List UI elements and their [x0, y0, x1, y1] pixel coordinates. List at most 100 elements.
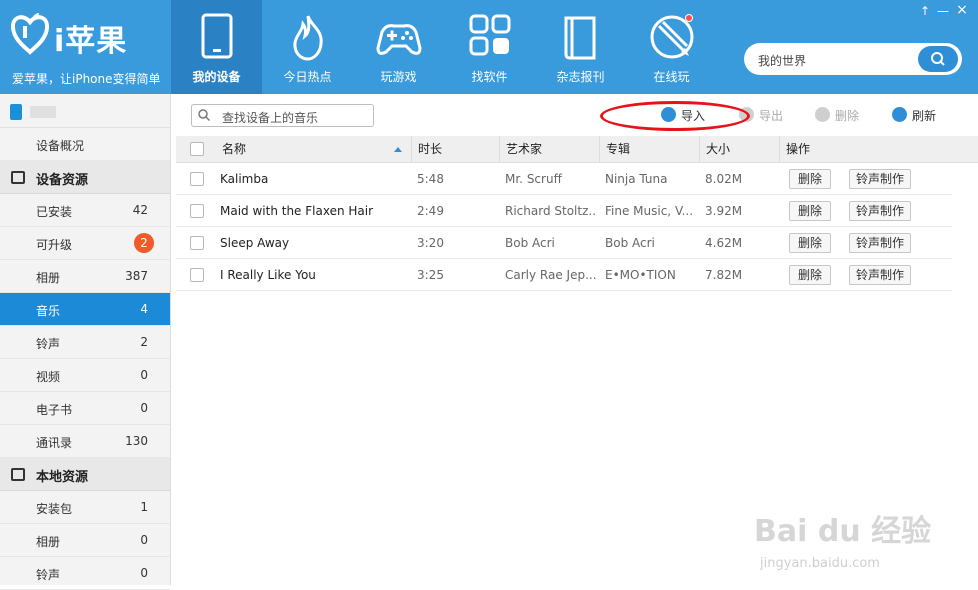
trash-icon — [815, 107, 830, 122]
nav-label: 玩游戏 — [380, 70, 417, 84]
sidebar-item-label: 视频 — [36, 370, 61, 384]
table-row[interactable]: Kalimba 5:48 Mr. Scruff Ninja Tuna 8.02M… — [176, 163, 952, 195]
section-title: 本地资源 — [36, 470, 89, 485]
gamepad-icon — [375, 24, 422, 55]
search-icon — [198, 109, 210, 121]
song-duration: 2:49 — [417, 204, 444, 218]
top-search-button[interactable] — [918, 46, 958, 72]
table-row[interactable]: Sleep Away 3:20 Bob Acri Bob Acri 4.62M … — [176, 227, 952, 259]
sidebar-item-label: 音乐 — [36, 304, 61, 318]
app-slogan: 爱苹果，让iPhone变得简单 — [12, 72, 161, 86]
pin-button[interactable]: ↑ — [917, 4, 933, 18]
select-all-checkbox[interactable] — [190, 142, 204, 156]
row-ringtone-button[interactable]: 铃声制作 — [849, 233, 911, 253]
sidebar-item-ebooks[interactable]: 电子书 0 — [0, 392, 170, 425]
sidebar-item-upgradable[interactable]: 可升级 2 — [0, 227, 170, 260]
refresh-button[interactable]: 刷新 — [892, 106, 942, 124]
nav-my-device[interactable]: 我的设备 — [171, 0, 262, 94]
row-delete-button[interactable]: 删除 — [789, 169, 831, 189]
delete-button[interactable]: 删除 — [815, 106, 865, 124]
delete-label: 删除 — [835, 109, 860, 123]
top-search-box[interactable]: 我的世界 — [744, 43, 962, 75]
song-artist: Bob Acri — [505, 236, 555, 250]
sidebar-item-videos[interactable]: 视频 0 — [0, 359, 170, 392]
sidebar-item-ringtones[interactable]: 铃声 2 — [0, 326, 170, 359]
row-delete-button[interactable]: 删除 — [789, 265, 831, 285]
watermark-url: jingyan.baidu.com — [760, 556, 880, 571]
sidebar-item-count: 0 — [140, 533, 148, 547]
song-duration: 5:48 — [417, 172, 444, 186]
sidebar-item-count: 130 — [125, 434, 148, 448]
table-row[interactable]: Maid with the Flaxen Hair 2:49 Richard S… — [176, 195, 952, 227]
nav-play-online[interactable]: 在线玩 — [626, 0, 717, 94]
sidebar-item-label: 相册 — [36, 271, 61, 285]
row-checkbox[interactable] — [190, 236, 204, 250]
sort-ascending-icon — [394, 147, 402, 152]
song-artist: Richard Stoltz... — [505, 204, 597, 218]
column-header-artist[interactable]: 艺术家 — [499, 136, 599, 163]
sidebar-item-count: 0 — [140, 401, 148, 415]
import-label: 导入 — [681, 109, 706, 123]
row-checkbox[interactable] — [190, 204, 204, 218]
apple-heart-logo-icon — [10, 13, 50, 55]
sidebar-item-count: 1 — [140, 500, 148, 514]
song-size: 7.82M — [705, 268, 743, 282]
watermark-logo: Bai du 经验 — [754, 514, 932, 549]
sidebar-item-count: 2 — [140, 335, 148, 349]
import-button[interactable]: 导入 — [661, 106, 711, 124]
nav-find-apps[interactable]: 找软件 — [444, 0, 535, 94]
sidebar-item-installed[interactable]: 已安装 42 — [0, 194, 170, 227]
top-bar: i苹果 爱苹果，让iPhone变得简单 我的设备 今日热点 玩游戏 找软件 杂志… — [0, 0, 978, 94]
nav-hot-today[interactable]: 今日热点 — [262, 0, 353, 94]
search-icon — [931, 52, 945, 66]
sidebar-item-label: 铃声 — [36, 337, 61, 351]
export-button[interactable]: 导出 — [739, 106, 789, 124]
device-header[interactable] — [0, 94, 170, 128]
sidebar-item-label: 可升级 — [36, 238, 73, 252]
device-music-search-input[interactable]: 查找设备上的音乐 — [222, 109, 318, 126]
nav-magazines[interactable]: 杂志报刊 — [535, 0, 626, 94]
column-header-size[interactable]: 大小 — [699, 136, 779, 163]
song-size: 3.92M — [705, 204, 743, 218]
column-header-duration[interactable]: 时长 — [411, 136, 499, 163]
tablet-icon — [201, 13, 232, 59]
column-header-actions: 操作 — [779, 136, 978, 163]
table-row[interactable]: I Really Like You 3:25 Carly Rae Jep... … — [176, 259, 952, 291]
row-delete-button[interactable]: 删除 — [789, 233, 831, 253]
sidebar-item-label: 安装包 — [36, 502, 73, 516]
sidebar-item-device-overview[interactable]: 设备概况 — [0, 128, 170, 161]
row-ringtone-button[interactable]: 铃声制作 — [849, 265, 911, 285]
table-header: 名称 时长 艺术家 专辑 大小 操作 — [176, 136, 978, 163]
sidebar-item-photos[interactable]: 相册 387 — [0, 260, 170, 293]
row-checkbox[interactable] — [190, 268, 204, 282]
sidebar-item-label: 设备概况 — [36, 139, 85, 153]
device-music-search[interactable]: 查找设备上的音乐 — [191, 104, 374, 127]
sidebar-item-local-packages[interactable]: 安装包 1 — [0, 491, 170, 524]
sidebar-item-music[interactable]: 音乐 4 — [0, 293, 170, 326]
sidebar-item-contacts[interactable]: 通讯录 130 — [0, 425, 170, 458]
app-logo-text: i苹果 — [54, 24, 128, 59]
sidebar-item-label: 相册 — [36, 535, 61, 549]
column-header-name[interactable]: 名称 — [216, 136, 411, 163]
minimize-button[interactable]: — — [935, 4, 951, 18]
song-artist: Carly Rae Jep... — [505, 268, 597, 282]
song-name: I Really Like You — [220, 268, 316, 282]
row-ringtone-button[interactable]: 铃声制作 — [849, 201, 911, 221]
section-title: 设备资源 — [36, 173, 89, 188]
column-header-album[interactable]: 专辑 — [599, 136, 699, 163]
top-search-input[interactable]: 我的世界 — [758, 52, 806, 69]
nav-label: 在线玩 — [653, 70, 690, 84]
row-checkbox[interactable] — [190, 172, 204, 186]
song-size: 8.02M — [705, 172, 743, 186]
sidebar-item-local-photos[interactable]: 相册 0 — [0, 524, 170, 557]
song-album: Bob Acri — [605, 236, 655, 250]
export-label: 导出 — [759, 109, 784, 123]
song-album: Ninja Tuna — [605, 172, 668, 186]
nav-games[interactable]: 玩游戏 — [353, 0, 444, 94]
row-ringtone-button[interactable]: 铃声制作 — [849, 169, 911, 189]
nav-label: 找软件 — [471, 70, 508, 84]
close-button[interactable]: × — [954, 2, 970, 18]
row-delete-button[interactable]: 删除 — [789, 201, 831, 221]
sidebar-item-label: 电子书 — [36, 403, 73, 417]
sidebar-item-local-ringtones[interactable]: 铃声 0 — [0, 557, 170, 590]
